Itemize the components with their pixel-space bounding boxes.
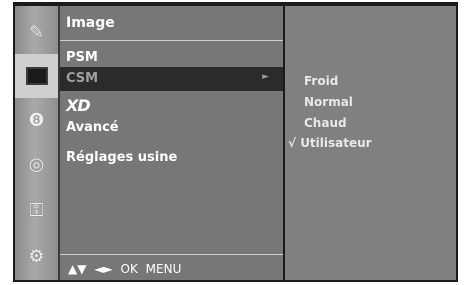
menu-category-sidebar: ✎ ❽ ◎ ⚿ ⚙ [15,6,60,280]
time-icon[interactable]: ◎ [15,142,58,186]
submenu-item-normal[interactable]: Normal [296,95,353,109]
submenu-item-utilisateur[interactable]: √ Utilisateur [288,136,372,150]
setup-icon[interactable]: ⚿ [15,188,58,232]
screen-icon[interactable] [15,54,58,98]
navigation-hint-bar: ▲▼ ◄► OK MENU [60,254,283,281]
menu-item-avance[interactable]: Avancé [60,116,283,140]
submenu-arrow-icon: ► [262,72,269,82]
csm-submenu-panel: Froid Normal Chaud √ Utilisateur [285,6,456,280]
title-divider [60,40,283,41]
menu-item-csm[interactable]: CSM ► [60,67,283,91]
menu-item-xd[interactable]: XD [60,92,283,116]
audio-icon[interactable]: ❽ [15,98,58,142]
navigation-hint-text: ▲▼ ◄► OK MENU [68,262,182,276]
picture-icon[interactable]: ✎ [15,10,58,54]
submenu-item-chaud[interactable]: Chaud [296,116,347,130]
checkmark-icon: √ [288,136,297,150]
screen-icon-shape [25,67,48,85]
main-menu-panel: Image PSM CSM ► XD Avancé Réglages usine… [60,6,283,280]
submenu-item-froid[interactable]: Froid [296,74,338,88]
menu-item-reglages-usine[interactable]: Réglages usine [60,146,283,170]
menu-title: Image [66,15,115,31]
option-icon[interactable]: ⚙ [15,234,58,278]
